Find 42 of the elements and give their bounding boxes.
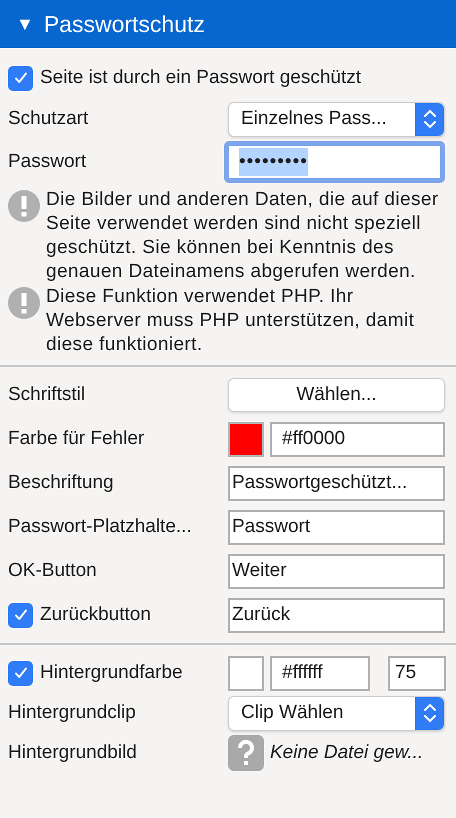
stepper-icon bbox=[415, 102, 444, 136]
section-title: Passwortschutz bbox=[44, 10, 205, 39]
text-field[interactable]: Zurück bbox=[228, 598, 445, 632]
color-field[interactable]: #ff0000 bbox=[270, 422, 445, 456]
check-icon bbox=[12, 665, 28, 681]
expand-marker: ▼ bbox=[16, 12, 34, 36]
password-field[interactable]: ••••••••• bbox=[224, 141, 445, 183]
checkbox[interactable] bbox=[8, 66, 33, 90]
field-label: Hintergrundbild bbox=[8, 742, 137, 763]
color-field[interactable]: #ffffff bbox=[270, 656, 370, 690]
field-label: Farbe für Fehler bbox=[8, 428, 144, 449]
checkbox[interactable] bbox=[8, 602, 33, 628]
question-icon bbox=[228, 735, 264, 771]
field-label: Schutzart bbox=[8, 108, 88, 129]
check-icon bbox=[12, 70, 28, 86]
field-label: Schriftstil bbox=[8, 384, 86, 405]
info-text: Die Bilder und anderen Daten, die auf dieser Seite verwendet werden sind nicht speziell geschützt. Sie können bei Kenntnis des genauen Dateinamens abgerufen werden. bbox=[46, 188, 440, 284]
field-label: OK-Button bbox=[8, 560, 97, 581]
warning-icon bbox=[8, 287, 40, 319]
section-header[interactable]: ▼ Passwortschutz bbox=[0, 0, 456, 48]
field-label: Hintergrundfarbe bbox=[40, 660, 183, 685]
check-icon bbox=[12, 607, 28, 623]
color-swatch[interactable] bbox=[228, 656, 264, 690]
choose-button[interactable]: Wählen... bbox=[228, 378, 445, 412]
field-label: Passwort bbox=[8, 150, 86, 172]
color-swatch[interactable] bbox=[228, 422, 264, 456]
select-dropdown[interactable]: Einzelnes Pass... bbox=[228, 102, 445, 136]
number-field[interactable]: 75 bbox=[388, 656, 446, 690]
field-label: Beschriftung bbox=[8, 472, 114, 493]
field-label: Hintergrundclip bbox=[8, 702, 136, 723]
select-dropdown[interactable]: Clip Wählen bbox=[228, 696, 445, 730]
stepper-icon bbox=[415, 696, 444, 730]
field-label: Zurückbutton bbox=[40, 602, 151, 627]
info-text: Diese Funktion verwendet PHP. Ihr Webserver muss PHP unterstützen, damit diese funktioniert. bbox=[46, 285, 416, 357]
file-name: Keine Datei gew... bbox=[270, 740, 424, 765]
field-label: Passwort-Platzhalte... bbox=[8, 516, 192, 537]
text-field[interactable]: Passwortgeschützt... bbox=[228, 466, 445, 500]
text-field[interactable]: Weiter bbox=[228, 554, 445, 588]
warning-icon bbox=[8, 190, 40, 222]
checkbox[interactable] bbox=[8, 660, 33, 686]
checkbox-label: Seite ist durch ein Passwort geschützt bbox=[40, 66, 362, 90]
text-field[interactable]: Passwort bbox=[228, 510, 445, 544]
